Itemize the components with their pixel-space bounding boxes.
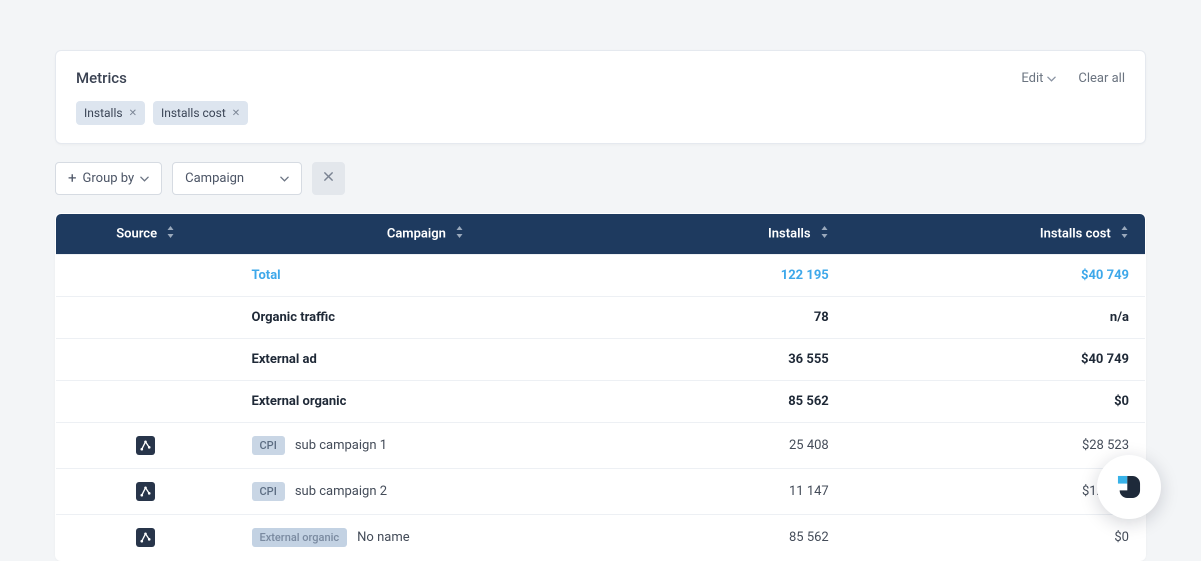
group-by-button[interactable]: + Group by: [55, 162, 162, 195]
cell-installs: 85 562: [616, 515, 845, 561]
metrics-panel: Metrics Edit Clear all Installs ✕ Instal…: [55, 50, 1146, 144]
cell-campaign: CPI sub campaign 1: [236, 423, 616, 469]
group-selected-value: Campaign: [185, 171, 244, 186]
cell-campaign: External organic No name: [236, 515, 616, 561]
table-row[interactable]: CPIsub campaign 211 147$12 226: [56, 469, 1146, 515]
cell-source: [56, 339, 236, 381]
header-installs-cost[interactable]: Installs cost: [845, 214, 1146, 255]
metrics-title: Metrics: [76, 69, 127, 87]
table-row[interactable]: External ad 36 555$40 749: [56, 339, 1146, 381]
table-row[interactable]: External organic No name 85 562$0: [56, 515, 1146, 561]
header-campaign[interactable]: Campaign: [236, 214, 616, 255]
group-by-label: Group by: [83, 171, 135, 186]
chip-installs[interactable]: Installs ✕: [76, 101, 145, 125]
cell-source: [56, 469, 236, 515]
campaign-name: sub campaign 2: [295, 484, 387, 499]
group-select[interactable]: Campaign: [172, 162, 302, 195]
remove-chip-icon[interactable]: ✕: [129, 108, 137, 119]
cell-source: [56, 381, 236, 423]
cell-campaign: Total: [236, 255, 616, 297]
brand-logo-icon: [1112, 470, 1146, 504]
header-source[interactable]: Source: [56, 214, 236, 255]
cell-installs: 122 195: [616, 255, 845, 297]
cell-installs: 36 555: [616, 339, 845, 381]
campaign-name: Total: [252, 268, 281, 283]
source-icon: [136, 482, 155, 501]
chip-label: Installs: [84, 106, 123, 120]
cell-installs-cost: $0: [845, 515, 1146, 561]
header-label: Installs cost: [1040, 226, 1111, 241]
cell-installs: 11 147: [616, 469, 845, 515]
cell-installs: 25 408: [616, 423, 845, 469]
brand-fab[interactable]: [1097, 455, 1161, 519]
plus-icon: +: [68, 171, 77, 186]
data-table: Source Campaign Installs Installs cost: [55, 213, 1146, 561]
chip-label: Installs cost: [161, 106, 226, 120]
cell-installs-cost: $28 523: [845, 423, 1146, 469]
metrics-actions: Edit Clear all: [1021, 71, 1125, 86]
remove-group-button[interactable]: [312, 162, 345, 195]
close-icon: [323, 171, 334, 186]
cell-campaign: External ad: [236, 339, 616, 381]
cell-source: [56, 297, 236, 339]
campaign-tag: External organic: [252, 528, 348, 547]
campaign-name: External ad: [252, 352, 317, 367]
campaign-tag: CPI: [252, 482, 285, 501]
metric-chips: Installs ✕ Installs cost ✕: [76, 101, 1125, 125]
cell-source: [56, 255, 236, 297]
sort-icon: [820, 226, 829, 242]
header-label: Installs: [768, 226, 810, 241]
chevron-down-icon: [140, 171, 149, 186]
cell-campaign: Organic traffic: [236, 297, 616, 339]
cell-installs-cost: $40 749: [845, 339, 1146, 381]
table-row[interactable]: Organic traffic 78n/a: [56, 297, 1146, 339]
table-row[interactable]: CPI sub campaign 1 25 408$28 523: [56, 423, 1146, 469]
sort-icon: [1120, 226, 1129, 242]
header-installs[interactable]: Installs: [616, 214, 845, 255]
source-icon: [136, 436, 155, 455]
cell-source: [56, 515, 236, 561]
header-label: Source: [116, 226, 157, 241]
campaign-name: No name: [357, 530, 409, 545]
metrics-header: Metrics Edit Clear all: [76, 69, 1125, 87]
header-label: Campaign: [387, 226, 446, 241]
cell-installs-cost: $0: [845, 381, 1146, 423]
chip-installs-cost[interactable]: Installs cost ✕: [153, 101, 248, 125]
table-row[interactable]: Total 122 195$40 749: [56, 255, 1146, 297]
table-row[interactable]: External organic 85 562$0: [56, 381, 1146, 423]
edit-button[interactable]: Edit: [1021, 71, 1056, 86]
chevron-down-icon: [280, 171, 289, 186]
clear-all-button[interactable]: Clear all: [1078, 71, 1125, 86]
grouping-controls: + Group by Campaign: [55, 162, 1146, 195]
campaign-tag: CPI: [252, 436, 285, 455]
campaign-name: Organic traffic: [252, 310, 335, 325]
cell-source: [56, 423, 236, 469]
campaign-name: sub campaign 1: [295, 438, 387, 453]
cell-installs-cost: $40 749: [845, 255, 1146, 297]
sort-icon: [166, 226, 175, 242]
cell-installs-cost: n/a: [845, 297, 1146, 339]
source-icon: [136, 528, 155, 547]
table-header-row: Source Campaign Installs Installs cost: [56, 214, 1146, 255]
cell-installs: 85 562: [616, 381, 845, 423]
cell-campaign: External organic: [236, 381, 616, 423]
remove-chip-icon[interactable]: ✕: [232, 108, 240, 119]
campaign-name: External organic: [252, 394, 347, 409]
cell-campaign: CPI sub campaign 2: [236, 469, 616, 515]
edit-label: Edit: [1021, 71, 1043, 86]
chevron-down-icon: [1047, 71, 1056, 86]
sort-icon: [455, 226, 464, 242]
cell-installs: 78: [616, 297, 845, 339]
